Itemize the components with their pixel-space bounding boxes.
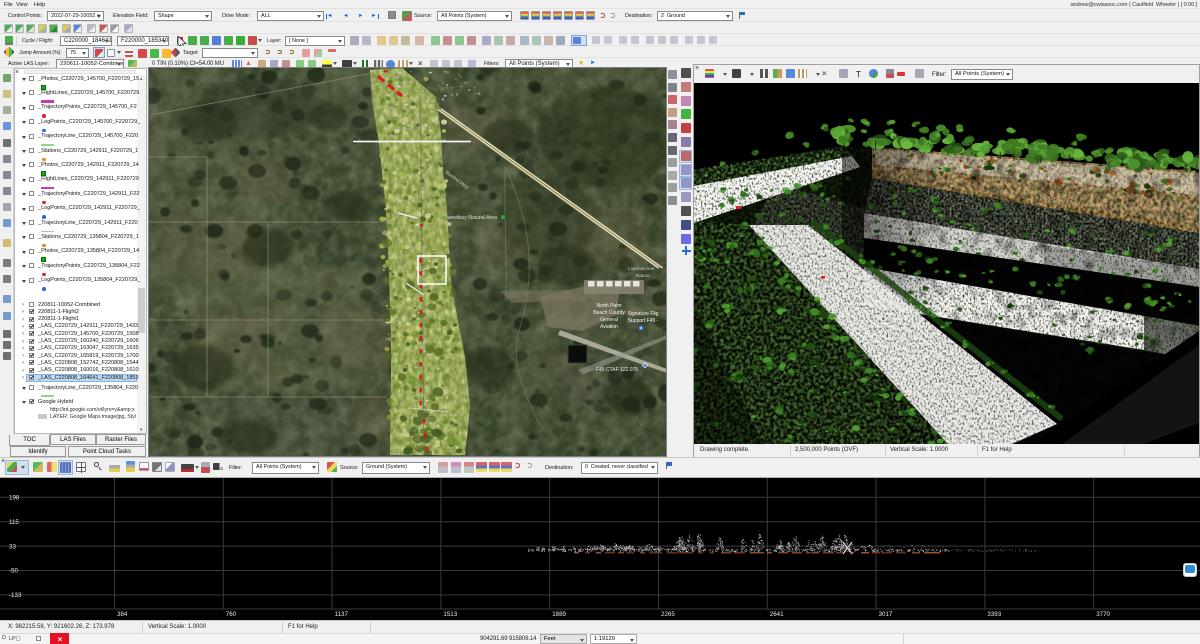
svg-text:2265: 2265 [661,611,675,618]
svg-text:1513: 1513 [443,611,457,618]
svg-text:-50: -50 [9,568,19,575]
svg-text:198: 198 [9,495,20,502]
svg-text:1137: 1137 [335,611,349,618]
svg-text:2641: 2641 [770,611,784,618]
svg-text:3770: 3770 [1096,611,1110,618]
svg-text:33: 33 [9,543,16,550]
svg-text:-133: -133 [9,592,22,599]
svg-text:3017: 3017 [879,611,893,618]
svg-text:1889: 1889 [552,611,566,618]
svg-text:3393: 3393 [987,611,1001,618]
svg-text:115: 115 [9,519,19,526]
svg-text:760: 760 [226,611,237,618]
svg-text:384: 384 [117,611,128,618]
